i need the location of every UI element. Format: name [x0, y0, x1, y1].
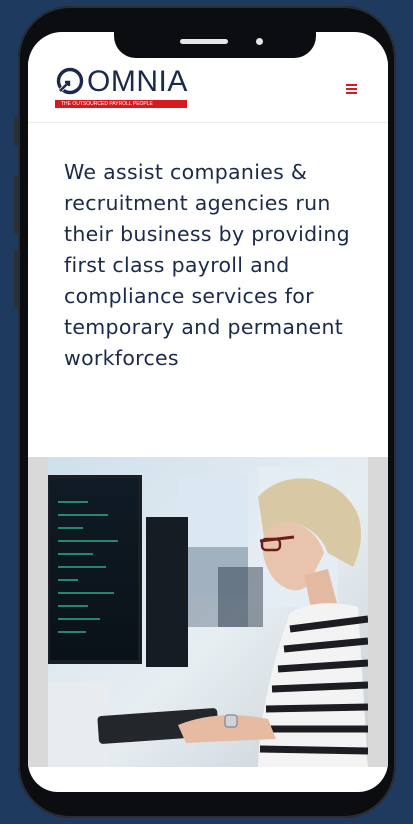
site-header: OMNIA THE OUTSOURCED PAYROLL PEOPLE — [28, 60, 388, 123]
phone-screen: OMNIA THE OUTSOURCED PAYROLL PEOPLE We a… — [28, 32, 388, 792]
front-camera — [256, 38, 263, 45]
hero-headline: We assist companies & recruitment agenci… — [64, 160, 350, 370]
omnia-logo[interactable]: OMNIA THE OUTSOURCED PAYROLL PEOPLE — [55, 65, 190, 110]
hamburger-menu-icon[interactable] — [346, 84, 357, 94]
volume-down-button — [14, 250, 18, 308]
speaker-grille — [180, 39, 228, 44]
brand-name: OMNIA — [87, 65, 188, 98]
volume-up-button — [14, 176, 18, 234]
silent-switch — [14, 116, 18, 146]
hero-photo-illustration — [28, 457, 388, 767]
omnia-logo-mark-icon — [56, 67, 84, 95]
hero-photo-woman-at-computer — [28, 457, 388, 767]
brand-tagline: THE OUTSOURCED PAYROLL PEOPLE — [55, 100, 187, 108]
phone-notch — [114, 32, 316, 58]
